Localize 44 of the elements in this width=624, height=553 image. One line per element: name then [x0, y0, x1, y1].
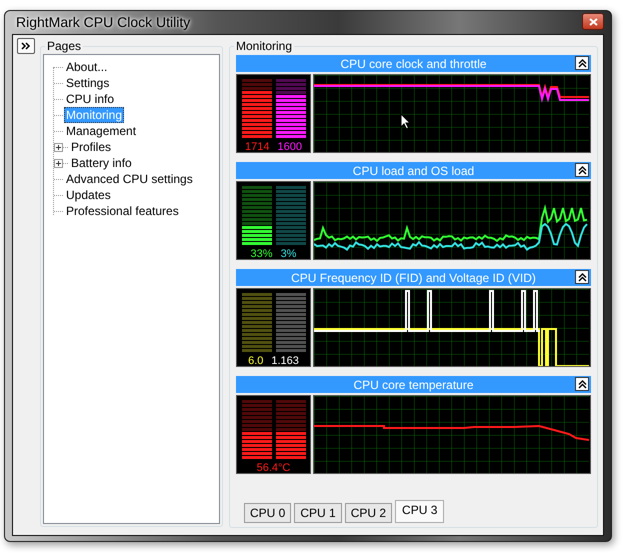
tree-item[interactable]: Battery info — [69, 155, 134, 171]
meter-bar — [242, 293, 272, 352]
expand-box[interactable] — [54, 142, 63, 152]
double-chevron-icon — [21, 42, 31, 50]
double-chevron-icon — [578, 380, 586, 388]
close-icon — [588, 18, 598, 26]
meter-reading: 1.163 — [271, 354, 299, 369]
panel-title: CPU load and OS load — [352, 162, 474, 180]
panel-title: CPU core clock and throttle — [340, 56, 487, 72]
meter-reading: 33% — [250, 247, 273, 262]
cpu-tab[interactable]: CPU 2 — [344, 503, 392, 523]
expand-button[interactable] — [17, 38, 35, 54]
cpu-tab[interactable]: CPU 0 — [244, 503, 292, 523]
collapse-button[interactable] — [575, 377, 589, 391]
double-chevron-icon — [578, 58, 586, 68]
meter-reading: 56.4°C — [256, 461, 290, 476]
double-chevron-icon — [578, 272, 586, 282]
tree-item[interactable]: Advanced CPU settings — [64, 171, 195, 187]
expand-box[interactable] — [54, 158, 63, 168]
tree-item[interactable]: CPU info — [64, 91, 116, 107]
meter-reading: 1600 — [278, 140, 302, 155]
double-chevron-icon — [578, 166, 586, 174]
window-title: RightMark CPU Clock Utility — [15, 13, 190, 32]
cpu-tab[interactable]: CPU 1 — [294, 503, 342, 523]
collapse-button[interactable] — [575, 56, 589, 70]
tree-item[interactable]: Management — [64, 123, 138, 139]
cpu-tab[interactable]: CPU 3 — [395, 500, 444, 523]
tree-item[interactable]: Updates — [64, 187, 113, 203]
panel-title: CPU core temperature — [353, 376, 474, 394]
meter-reading: 1714 — [245, 140, 270, 155]
tree-item[interactable]: Settings — [64, 75, 112, 91]
cursor-icon — [400, 113, 411, 130]
tree-item[interactable]: Professional features — [64, 203, 181, 219]
panel-title: CPU Frequency ID (FID) and Voltage ID (VID) — [291, 270, 536, 286]
meter-bar — [276, 186, 306, 245]
meter-reading: 6.0 — [248, 354, 264, 369]
group-title: Monitoring — [234, 38, 294, 54]
close-button[interactable] — [582, 13, 604, 30]
collapse-button[interactable] — [575, 270, 589, 284]
tree-item[interactable]: Profiles — [69, 139, 114, 155]
meter-reading: 3% — [280, 247, 296, 262]
meter-bar — [276, 293, 306, 352]
tree-item[interactable]: About... — [64, 59, 110, 75]
collapse-button[interactable] — [575, 163, 589, 177]
